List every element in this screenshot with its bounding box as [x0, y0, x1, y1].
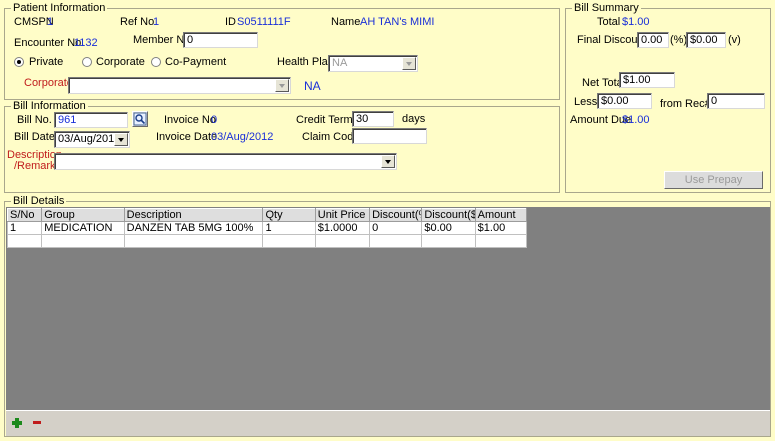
cell-discount-percent[interactable]: 0	[369, 221, 423, 235]
from-rec-label: from Rec#	[660, 98, 711, 110]
bill-date-label: Bill Date	[14, 131, 55, 143]
column-header-discount-amount[interactable]: Discount($)	[421, 208, 476, 222]
cell-amount[interactable]	[474, 234, 528, 248]
chevron-down-icon	[381, 155, 395, 168]
name-label: Name	[331, 16, 361, 28]
cmspn-value: 1	[47, 16, 54, 28]
table-row[interactable]: 1 MEDICATION DANZEN TAB 5MG 100% 1 $1.00…	[6, 221, 528, 235]
chevron-down-icon	[275, 79, 289, 92]
cell-qty[interactable]: 1	[262, 221, 316, 235]
table-header-row: S/No Group Description Qty Unit Price Di…	[6, 208, 528, 222]
remove-row-button[interactable]	[30, 416, 44, 430]
bill-date-picker[interactable]: 03/Aug/2012	[54, 131, 130, 148]
amount-unit: (v)	[728, 34, 741, 46]
id-label: ID	[225, 16, 236, 28]
cell-unit-price[interactable]	[314, 234, 371, 248]
bill-no-input[interactable]: 961	[54, 112, 128, 128]
bill-information-legend: Bill Information	[11, 100, 88, 112]
radio-private[interactable]	[14, 57, 24, 67]
amount-due-value: $1.00	[622, 114, 650, 126]
corporate-na-value: NA	[304, 79, 321, 93]
final-discount-amount-input[interactable]: $0.00	[686, 32, 726, 48]
radio-private-label: Private	[29, 56, 64, 68]
column-header-unit-price[interactable]: Unit Price	[314, 208, 371, 222]
column-header-discount-percent[interactable]: Discount(%)	[369, 208, 423, 222]
bill-search-button[interactable]	[132, 111, 148, 127]
patient-information-legend: Patient Information	[11, 2, 108, 14]
column-header-qty[interactable]: Qty	[262, 208, 316, 222]
claim-code-input[interactable]	[352, 128, 427, 144]
cell-qty[interactable]	[262, 234, 316, 248]
invoice-date-label: Invoice Date	[156, 131, 218, 143]
credit-terms-input[interactable]: 30	[352, 111, 394, 127]
radio-corporate[interactable]	[82, 57, 92, 67]
table-row[interactable]	[6, 234, 528, 248]
id-value: S0511111F	[237, 16, 291, 28]
bill-date-value: 03/Aug/2012	[58, 133, 121, 145]
plus-icon	[12, 418, 22, 428]
bill-details-toolbar	[6, 410, 770, 436]
credit-terms-unit: days	[402, 113, 426, 125]
cell-description[interactable]	[123, 234, 264, 248]
bill-summary-legend: Bill Summary	[572, 2, 641, 14]
name-value: AH TAN's MIMI	[360, 16, 435, 28]
cell-discount-amount[interactable]	[421, 234, 476, 248]
cell-discount-amount[interactable]: $0.00	[421, 221, 476, 235]
chevron-down-icon	[114, 133, 128, 146]
bill-details-legend: Bill Details	[11, 195, 67, 207]
from-rec-input[interactable]: 0	[707, 93, 765, 109]
cell-discount-percent[interactable]	[369, 234, 423, 248]
bill-details-table: S/No Group Description Qty Unit Price Di…	[6, 208, 528, 248]
encounter-no-value: 1132	[74, 37, 98, 49]
description-select[interactable]	[54, 153, 397, 170]
credit-terms-label: Credit Terms	[296, 114, 359, 126]
claim-code-label: Claim Code	[302, 131, 360, 143]
cell-unit-price[interactable]: $1.0000	[314, 221, 371, 235]
radio-co-payment-label: Co-Payment	[165, 56, 227, 68]
column-header-amount[interactable]: Amount	[474, 208, 528, 222]
use-prepay-button[interactable]: Use Prepay	[664, 171, 763, 189]
cell-amount[interactable]: $1.00	[474, 221, 528, 235]
chevron-down-icon	[402, 57, 416, 70]
final-discount-percent-input[interactable]: 0.00	[637, 32, 669, 48]
radio-corporate-label: Corporate	[96, 56, 145, 68]
ref-no-value: 1	[153, 16, 160, 28]
invoice-date-value: 03/Aug/2012	[211, 131, 274, 143]
cell-group[interactable]	[41, 234, 125, 248]
minus-icon	[33, 421, 41, 424]
search-icon	[133, 112, 147, 126]
health-plan-value: NA	[332, 57, 348, 69]
health-plan-label: Health Plan	[277, 56, 334, 68]
cell-sno[interactable]	[6, 234, 43, 248]
total-label: Total	[597, 16, 621, 28]
radio-co-payment[interactable]	[151, 57, 161, 67]
less-input[interactable]: $0.00	[597, 93, 652, 109]
cell-group[interactable]: MEDICATION	[41, 221, 125, 235]
corporate-label: Corporate	[24, 77, 73, 89]
member-no-input[interactable]: 0	[183, 32, 258, 48]
invoice-no-value: 0	[211, 114, 218, 126]
cell-sno[interactable]: 1	[6, 221, 43, 235]
corporate-select[interactable]	[68, 77, 291, 94]
ref-no-label: Ref No	[120, 16, 155, 28]
less-label: Less	[574, 96, 598, 108]
add-row-button[interactable]	[10, 416, 24, 430]
net-total-input[interactable]: $1.00	[619, 72, 675, 88]
health-plan-select[interactable]: NA	[328, 55, 418, 72]
column-header-sno[interactable]: S/No	[6, 208, 43, 222]
bill-no-label: Bill No.	[17, 114, 52, 126]
column-header-description[interactable]: Description	[123, 208, 264, 222]
percent-unit: (%)	[670, 34, 688, 46]
column-header-group[interactable]: Group	[41, 208, 125, 222]
invoice-no-label: Invoice No	[164, 114, 216, 126]
cell-description[interactable]: DANZEN TAB 5MG 100%	[123, 221, 264, 235]
total-value: $1.00	[622, 16, 650, 28]
